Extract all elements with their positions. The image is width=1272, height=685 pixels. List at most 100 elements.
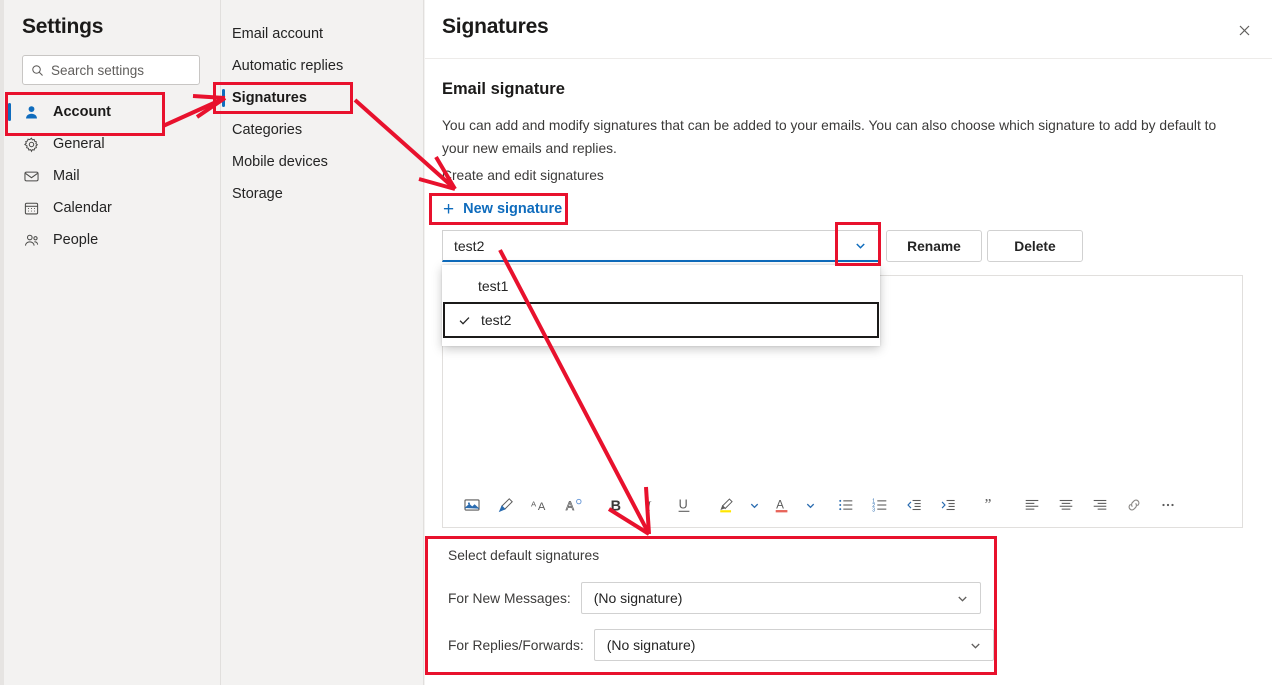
- align-left-icon[interactable]: [1015, 488, 1049, 522]
- title-divider: [425, 58, 1272, 59]
- chevron-down-icon[interactable]: [965, 639, 987, 652]
- subnav-item-categories[interactable]: Categories: [221, 114, 424, 146]
- section-description: You can add and modify signatures that c…: [442, 118, 1217, 156]
- rename-button[interactable]: Rename: [886, 230, 982, 262]
- subnav-item-label: Categories: [232, 122, 303, 138]
- insert-link-icon[interactable]: [1117, 488, 1151, 522]
- svg-text:3: 3: [872, 507, 875, 513]
- signature-dropdown-list: test1 test2: [442, 265, 880, 346]
- subnav-list: Email account Automatic replies Signatur…: [221, 18, 424, 210]
- svg-text:A: A: [776, 499, 784, 512]
- settings-nav-list: Account General Mail Calendar People: [0, 96, 221, 256]
- sidebar-item-label: Mail: [53, 168, 80, 184]
- font-size-icon[interactable]: A A: [523, 488, 557, 522]
- replies-forwards-select[interactable]: (No signature): [593, 629, 994, 661]
- font-color-icon[interactable]: A: [765, 488, 799, 522]
- plus-icon: +: [443, 198, 455, 220]
- checkmark-icon: [458, 314, 472, 327]
- subnav-item-email-account[interactable]: Email account: [221, 18, 424, 50]
- replies-forwards-row: For Replies/Forwards: (No signature): [448, 629, 994, 661]
- sidebar-item-general[interactable]: General: [0, 128, 221, 160]
- bold-icon[interactable]: B: [599, 488, 633, 522]
- quote-icon[interactable]: ”: [973, 488, 1007, 522]
- new-messages-label: For New Messages:: [448, 590, 571, 606]
- sidebar-item-label: Calendar: [53, 200, 112, 216]
- svg-text:B: B: [611, 498, 621, 514]
- align-right-icon[interactable]: [1083, 488, 1117, 522]
- increase-indent-icon[interactable]: [931, 488, 965, 522]
- calendar-icon: [22, 199, 41, 218]
- svg-text:I: I: [645, 498, 652, 513]
- underline-icon[interactable]: U: [667, 488, 701, 522]
- delete-button[interactable]: Delete: [987, 230, 1083, 262]
- selection-indicator: [222, 89, 225, 107]
- numbered-list-icon[interactable]: 123: [863, 488, 897, 522]
- search-icon: [31, 64, 44, 77]
- italic-icon[interactable]: I: [633, 488, 667, 522]
- sidebar-item-calendar[interactable]: Calendar: [0, 192, 221, 224]
- chevron-down-icon[interactable]: [952, 592, 974, 605]
- font-style-icon[interactable]: A: [557, 488, 591, 522]
- subnav-item-automatic-replies[interactable]: Automatic replies: [221, 50, 424, 82]
- signature-select-value: test2: [454, 237, 485, 254]
- svg-text:A: A: [531, 500, 537, 509]
- font-color-chevron-down-icon[interactable]: [799, 488, 821, 522]
- dropdown-option-test2[interactable]: test2: [443, 302, 879, 338]
- settings-title: Settings: [22, 15, 104, 38]
- format-painter-icon[interactable]: [489, 488, 523, 522]
- section-heading: Email signature: [442, 80, 565, 98]
- sidebar-item-account[interactable]: Account: [0, 96, 221, 128]
- create-edit-signatures-label: Create and edit signatures: [442, 168, 604, 183]
- settings-subnav: Email account Automatic replies Signatur…: [221, 0, 424, 685]
- new-messages-value: (No signature): [593, 590, 683, 606]
- highlight-color-icon[interactable]: [709, 488, 743, 522]
- close-icon[interactable]: [1226, 12, 1262, 48]
- highlight-chevron-down-icon[interactable]: [743, 488, 765, 522]
- svg-text:A: A: [537, 501, 545, 513]
- person-icon: [22, 103, 41, 122]
- delete-label: Delete: [1014, 238, 1056, 254]
- new-messages-row: For New Messages: (No signature): [448, 582, 981, 614]
- dropdown-option-test1[interactable]: test1: [442, 269, 880, 302]
- subnav-item-label: Storage: [232, 186, 283, 202]
- new-signature-button[interactable]: + New signature: [443, 196, 562, 222]
- sidebar-item-mail[interactable]: Mail: [0, 160, 221, 192]
- insert-picture-icon[interactable]: [455, 488, 489, 522]
- align-center-icon[interactable]: [1049, 488, 1083, 522]
- subnav-item-signatures[interactable]: Signatures: [221, 82, 424, 114]
- dropdown-option-label: test1: [478, 277, 509, 294]
- subnav-item-label: Automatic replies: [232, 58, 344, 74]
- svg-text:U: U: [679, 498, 688, 512]
- formatting-toolbar: A A A B I U A 1 2 3 ”: [443, 483, 1242, 527]
- new-messages-select[interactable]: (No signature): [580, 582, 981, 614]
- sidebar-item-people[interactable]: People: [0, 224, 221, 256]
- sidebar-item-label: Account: [53, 104, 111, 120]
- signatures-panel: Signatures Email signature You can add a…: [425, 0, 1272, 685]
- rename-label: Rename: [907, 238, 961, 254]
- svg-text:A: A: [565, 499, 574, 513]
- envelope-icon: [22, 167, 41, 186]
- subnav-item-label: Email account: [232, 26, 324, 42]
- subnav-item-storage[interactable]: Storage: [221, 178, 424, 210]
- dropdown-option-label: test2: [481, 312, 512, 328]
- default-signatures-section: Select default signatures For New Messag…: [432, 536, 1002, 675]
- sidebar-item-label: General: [53, 136, 105, 152]
- new-signature-label: New signature: [463, 201, 563, 217]
- svg-text:”: ”: [985, 497, 992, 514]
- people-icon: [22, 231, 41, 250]
- signature-select-combobox[interactable]: test2: [442, 230, 880, 262]
- more-options-icon[interactable]: [1151, 488, 1185, 522]
- decrease-indent-icon[interactable]: [897, 488, 931, 522]
- selection-indicator: [8, 103, 11, 121]
- replies-forwards-label: For Replies/Forwards:: [448, 637, 584, 653]
- chevron-down-icon[interactable]: [845, 232, 875, 260]
- gear-icon: [22, 135, 41, 154]
- bulleted-list-icon[interactable]: [829, 488, 863, 522]
- settings-dialog: Settings Search settings Account General…: [0, 0, 1272, 685]
- sidebar-item-label: People: [53, 232, 99, 248]
- subnav-item-mobile-devices[interactable]: Mobile devices: [221, 146, 424, 178]
- search-settings-input[interactable]: Search settings: [22, 55, 200, 85]
- page-title: Signatures: [442, 15, 549, 38]
- replies-forwards-value: (No signature): [606, 637, 696, 653]
- search-settings-placeholder: Search settings: [51, 62, 145, 78]
